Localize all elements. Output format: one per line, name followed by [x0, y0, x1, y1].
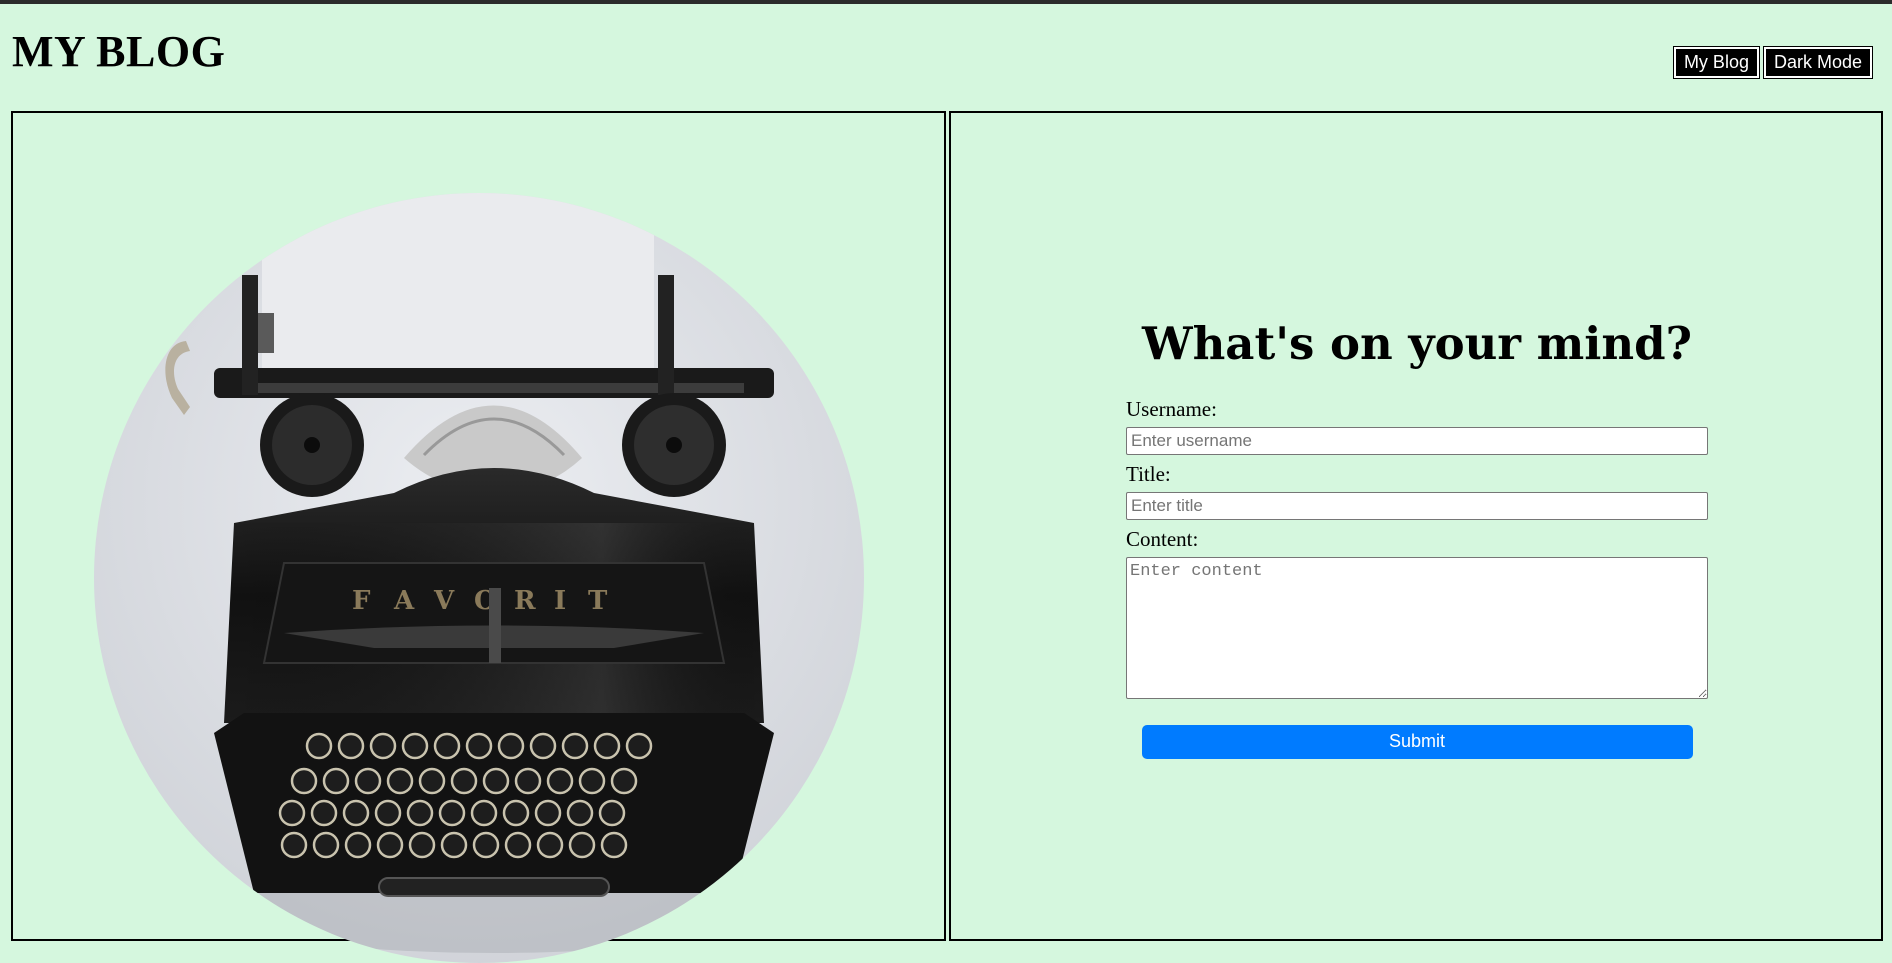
- site-header: MY BLOG My Blog Dark Mode: [0, 4, 1892, 108]
- image-panel: F A V O R I T: [11, 111, 946, 963]
- svg-text:I: I: [554, 586, 566, 616]
- post-form: What's on your mind? Username: Title: Co…: [1126, 319, 1708, 759]
- submit-button[interactable]: Submit: [1141, 724, 1693, 759]
- title-label: Title:: [1126, 461, 1171, 486]
- typewriter-image: F A V O R I T: [94, 193, 864, 963]
- title-input[interactable]: [1126, 491, 1708, 520]
- svg-text:V: V: [433, 586, 455, 616]
- top-nav: My Blog Dark Mode: [1672, 46, 1874, 79]
- content-textarea[interactable]: [1126, 556, 1708, 699]
- dark-mode-button[interactable]: Dark Mode: [1762, 46, 1874, 79]
- my-blog-button[interactable]: My Blog: [1672, 46, 1760, 79]
- form-heading: What's on your mind?: [1142, 317, 1692, 370]
- svg-text:R: R: [514, 586, 536, 616]
- site-title: MY BLOG: [12, 27, 226, 76]
- svg-text:T: T: [588, 586, 608, 616]
- username-input[interactable]: [1126, 426, 1708, 455]
- content-label: Content:: [1126, 526, 1199, 551]
- svg-text:A: A: [393, 586, 415, 616]
- post-form-panel: What's on your mind? Username: Title: Co…: [949, 111, 1883, 941]
- username-label: Username:: [1126, 396, 1217, 421]
- svg-text:F: F: [352, 586, 371, 616]
